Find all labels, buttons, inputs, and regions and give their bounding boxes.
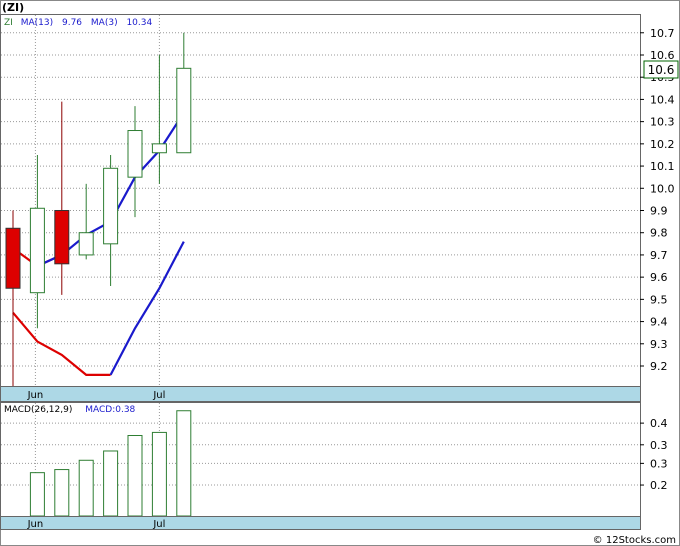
price-date-axis-band xyxy=(0,386,641,402)
macd-bar xyxy=(127,435,143,517)
candle-up xyxy=(127,130,143,178)
macd-bar xyxy=(151,431,167,517)
current-price-marker: 10.6 xyxy=(643,60,679,79)
price-date-label: Jul xyxy=(152,390,165,401)
macd-date-label: Jul xyxy=(152,519,165,530)
legend-ma13-label: MA(13) xyxy=(21,18,53,28)
price-y-tick-label: 9.8 xyxy=(650,227,668,240)
macd-date-axis-band xyxy=(0,516,641,530)
price-y-tick-label: 10.1 xyxy=(650,160,675,173)
macd-plot-area xyxy=(0,402,641,517)
macd-bar xyxy=(176,410,192,517)
macd-bar xyxy=(29,472,45,517)
price-y-tick-label: 10.7 xyxy=(650,27,675,40)
macd-y-tick-label: 0.3 xyxy=(650,457,668,470)
macd-y-tick-label: 0.3 xyxy=(650,439,668,452)
legend-ticker: ZI xyxy=(4,18,13,28)
legend-ma3-value: 10.34 xyxy=(126,18,152,28)
price-plot-area xyxy=(0,14,641,387)
candle-up xyxy=(78,232,94,256)
price-y-tick-label: 10.6 xyxy=(650,49,675,62)
candle-up xyxy=(29,207,45,294)
macd-y-tick-label: 0.4 xyxy=(650,417,668,430)
stock-chart: (ZI) 9.2 9.3 9.4 9.5 9.6 9.7 9.8 9.9 10.0 10.1 10.… xyxy=(0,0,680,546)
price-date-label: Jun xyxy=(27,390,44,401)
price-y-tick-label: 9.5 xyxy=(650,293,668,306)
price-y-tick-label: 9.7 xyxy=(650,249,668,262)
price-y-tick-label: 9.2 xyxy=(650,360,668,373)
chart-title: (ZI) xyxy=(2,1,24,14)
macd-legend-value: MACD:0.38 xyxy=(85,405,135,415)
candle-up xyxy=(176,67,192,154)
legend-ma13-value: 9.76 xyxy=(62,18,82,28)
candle-down xyxy=(54,209,70,265)
macd-legend-label: MACD(26,12,9) xyxy=(4,405,72,415)
legend-ma3-label: MA(3) xyxy=(91,18,118,28)
price-y-tick-label: 10.2 xyxy=(650,138,675,151)
macd-bar xyxy=(103,450,119,517)
price-y-tick-label: 10.3 xyxy=(650,116,675,129)
macd-legend: MACD(26,12,9) MACD:0.38 xyxy=(4,405,136,415)
price-y-tick-label: 10.0 xyxy=(650,182,675,195)
price-y-tick-label: 9.6 xyxy=(650,271,668,284)
price-y-tick-label: 9.3 xyxy=(650,338,668,351)
price-y-tick-label: 9.9 xyxy=(650,204,668,217)
price-y-tick-label: 10.4 xyxy=(650,93,675,106)
candle-down xyxy=(5,227,21,289)
price-panel: 9.2 9.3 9.4 9.5 9.6 9.7 9.8 9.9 10.0 10.1 10.2 10.3… xyxy=(0,14,679,402)
macd-bar xyxy=(78,459,94,517)
macd-panel: 0.2 0.3 0.3 0.4 Jun Jul MACD(26,12,9) MACD:0… xyxy=(0,402,668,530)
macd-bar xyxy=(54,469,70,517)
footer-copyright: © 12Stocks.com xyxy=(593,535,676,546)
macd-date-label: Jun xyxy=(27,519,44,530)
current-price-label: 10.6 xyxy=(648,63,675,77)
price-y-tick-label: 9.4 xyxy=(650,316,668,329)
macd-y-tick-label: 0.2 xyxy=(650,479,668,492)
candle-up xyxy=(103,167,119,245)
candle-up xyxy=(151,143,167,154)
price-legend: ZI MA(13) 9.76 MA(3) 10.34 xyxy=(4,18,152,28)
